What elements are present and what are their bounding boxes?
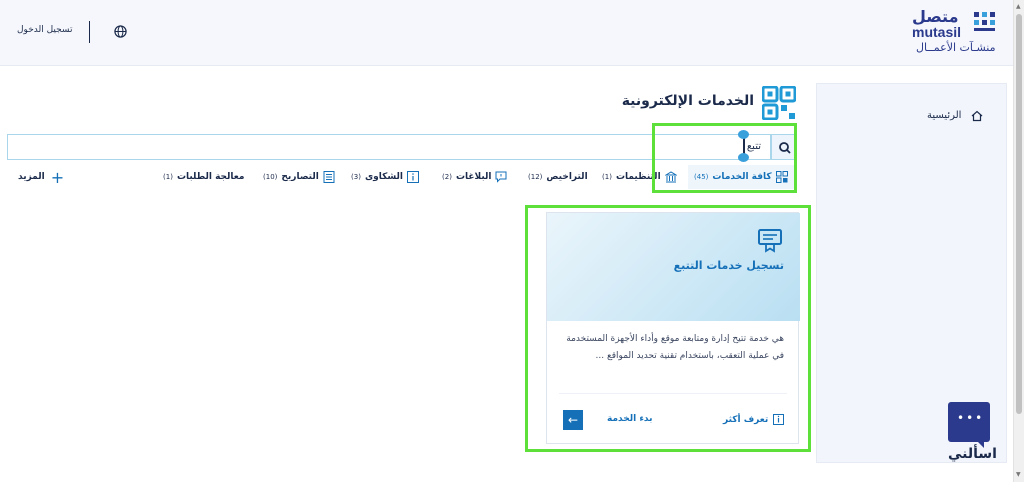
tab-label: معالجة الطلبات — [176, 172, 245, 182]
tracking-device-icon — [758, 229, 782, 253]
start-service-button[interactable]: ← — [563, 410, 583, 430]
tab-label: التصاريح — [281, 172, 319, 182]
chat-bubble-icon: ••• — [957, 411, 985, 425]
tab-count: (1) — [163, 173, 173, 181]
plus-icon: + — [50, 167, 65, 187]
document-icon — [323, 171, 335, 183]
services-grid-icon — [762, 86, 796, 120]
logo-mark-icon — [974, 12, 995, 31]
service-card[interactable]: تسجيل خدمات التتبع هي خدمة تتيح إدارة وم… — [546, 212, 800, 444]
learn-more-label: تعرف أكثر — [723, 414, 769, 425]
learn-more-link[interactable]: تعرف أكثر — [723, 414, 785, 425]
start-service-link[interactable]: بدء الخدمة — [607, 414, 653, 424]
vertical-scrollbar[interactable]: ▲ ▼ — [1013, 0, 1024, 482]
arrow-left-icon: ← — [567, 413, 579, 427]
sidebar: الرئيسية ••• اسألني — [816, 83, 1007, 463]
tab-licenses[interactable]: التراخيص (12) — [528, 165, 588, 189]
tab-count: (3) — [351, 173, 361, 181]
logo-text-english[interactable]: mutasil — [912, 24, 961, 40]
service-card-description: هي خدمة تتيح إدارة ومتابعة موقع وأداء ال… — [566, 334, 784, 361]
tab-count: (10) — [263, 173, 278, 181]
tab-complaints[interactable]: الشكاوى (3) — [351, 165, 420, 189]
tab-count: (2) — [442, 173, 452, 181]
tab-request-processing[interactable]: معالجة الطلبات (1) — [163, 165, 244, 189]
tab-permits[interactable]: التصاريح (10) — [263, 165, 335, 189]
more-label: المزيد — [18, 172, 45, 182]
service-card-title[interactable]: تسجيل خدمات التتبع — [674, 259, 784, 272]
more-button[interactable]: المزيد + — [18, 165, 64, 189]
header-separator — [89, 21, 90, 43]
login-link[interactable]: تسجيل الدخول — [17, 25, 72, 35]
scroll-thumb[interactable] — [1016, 14, 1022, 414]
tab-label: البلاغات — [455, 172, 492, 182]
service-card-header: تسجيل خدمات التتبع — [547, 213, 800, 321]
logo-subtitle: منشـآت الأعمــال — [916, 41, 996, 54]
sidebar-item-home[interactable]: الرئيسية — [927, 110, 961, 121]
tab-reports[interactable]: البلاغات (2) — [442, 165, 507, 189]
report-icon — [495, 171, 507, 183]
info-icon — [407, 171, 420, 183]
tab-count: (1) — [602, 173, 612, 181]
top-header: تسجيل الدخول متصل mutasil منشـآت الأعمــ… — [0, 0, 1013, 66]
card-divider — [559, 393, 787, 394]
tab-label: التراخيص — [546, 172, 588, 182]
info-document-icon — [773, 414, 785, 425]
home-icon[interactable] — [971, 110, 983, 122]
page-title: الخدمات الإلكترونية — [621, 93, 754, 109]
tab-label: الشكاوى — [364, 172, 404, 182]
tab-count: (12) — [528, 173, 543, 181]
highlight-box-search — [652, 123, 797, 193]
scroll-up-icon[interactable]: ▲ — [1016, 3, 1021, 10]
scroll-down-icon[interactable]: ▼ — [1016, 471, 1021, 478]
globe-icon[interactable] — [114, 25, 127, 38]
chat-bot-button[interactable]: ••• — [948, 402, 990, 448]
chat-bot-label[interactable]: اسألني — [948, 446, 997, 462]
